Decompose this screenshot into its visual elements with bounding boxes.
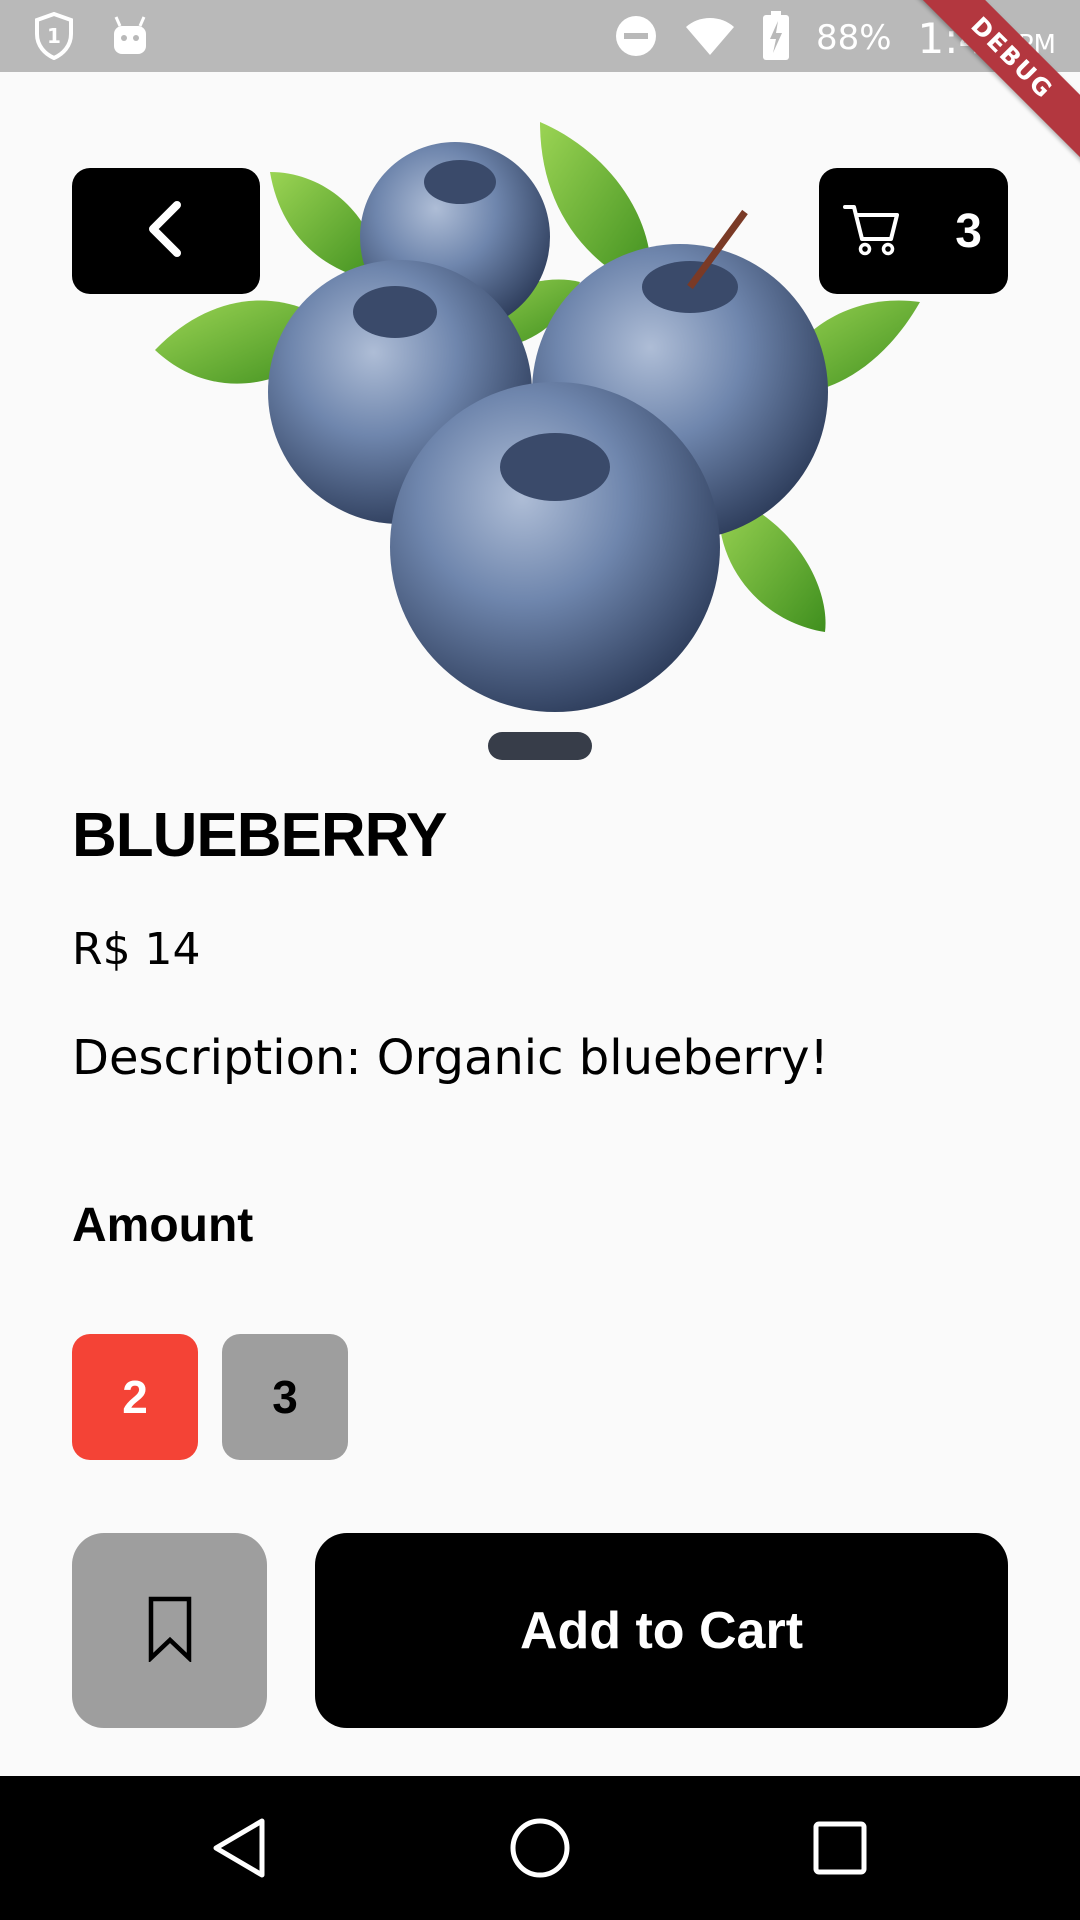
circle-home-icon <box>509 1817 571 1883</box>
system-nav-bar <box>0 1776 1080 1920</box>
do-not-disturb-icon <box>614 14 658 62</box>
amount-options: 2 3 <box>72 1334 348 1460</box>
add-to-cart-button[interactable]: Add to Cart <box>315 1533 1008 1728</box>
amount-option-3[interactable]: 3 <box>222 1334 348 1460</box>
cart-count-badge: 3 <box>955 204 982 258</box>
battery-percent: 88% <box>815 18 892 58</box>
product-title: BLUEBERRY <box>72 801 448 870</box>
android-icon <box>110 14 150 62</box>
amount-option-2[interactable]: 2 <box>72 1334 198 1460</box>
shield-one-icon: 1 <box>34 11 74 64</box>
wifi-icon <box>684 15 736 61</box>
product-price: R$ 14 <box>72 924 201 975</box>
status-bar: 1 88% 1:44PM <box>0 0 1080 72</box>
back-button[interactable] <box>72 168 260 294</box>
nav-home-button[interactable] <box>500 1810 580 1890</box>
svg-text:1: 1 <box>47 24 61 48</box>
shopping-cart-icon <box>843 201 901 261</box>
cart-button[interactable]: 3 <box>819 168 1008 294</box>
battery-charging-icon <box>762 11 790 65</box>
carousel-page-indicator[interactable] <box>488 732 592 760</box>
triangle-back-icon <box>210 1817 270 1883</box>
chevron-left-icon <box>143 199 189 263</box>
bookmark-button[interactable] <box>72 1533 267 1728</box>
amount-label: Amount <box>72 1199 254 1252</box>
nav-back-button[interactable] <box>200 1810 280 1890</box>
nav-recents-button[interactable] <box>800 1810 880 1890</box>
bookmark-icon <box>148 1596 192 1666</box>
square-recents-icon <box>812 1820 868 1880</box>
product-description: Description: Organic blueberry! <box>72 1030 829 1086</box>
